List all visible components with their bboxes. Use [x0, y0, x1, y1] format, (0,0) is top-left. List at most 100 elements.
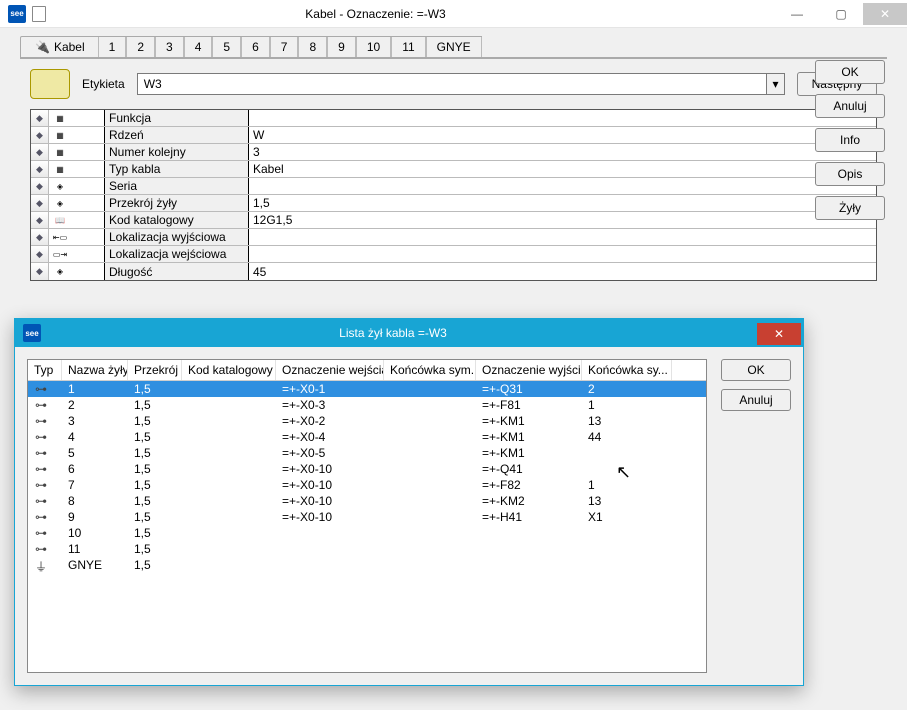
prop-value[interactable]: 3 [249, 144, 876, 160]
wire-row[interactable]: ⊶71,5=+-X0-10=+-F821 [28, 477, 706, 493]
cell [582, 461, 672, 477]
column-header[interactable]: Kod katalogowy [182, 360, 276, 380]
tab-GNYE[interactable]: GNYE [426, 37, 482, 57]
cell [182, 493, 276, 509]
cell [384, 525, 476, 541]
cell: ⊶ [28, 493, 62, 509]
etykieta-dropdown-icon[interactable]: ▾ [766, 74, 784, 94]
column-header[interactable]: Typ [28, 360, 62, 380]
prop-value[interactable]: Kabel [249, 161, 876, 177]
prop-row-kod-katalogowy[interactable]: ◆📖Kod katalogowy12G1,5 [31, 212, 876, 229]
anuluj-button[interactable]: Anuluj [815, 94, 885, 118]
prop-value[interactable]: 12G1,5 [249, 212, 876, 228]
prop-row-funkcja[interactable]: ◆▦Funkcja [31, 110, 876, 127]
cell: 1,5 [128, 493, 182, 509]
cell [582, 445, 672, 461]
tab-1[interactable]: 1 [98, 37, 127, 57]
tab-8[interactable]: 8 [298, 37, 327, 57]
prop-value[interactable]: 1,5 [249, 195, 876, 211]
side-buttons: OK Anuluj Info Opis Żyły [815, 60, 885, 220]
row-handle-icon: ◆ [31, 263, 49, 280]
wire-type-icon: ⏚ [34, 558, 48, 575]
inner-window: see Lista żył kabla =-W3 ✕ TypNazwa żyły… [14, 318, 804, 686]
opis-button[interactable]: Opis [815, 162, 885, 186]
wire-row[interactable]: ⊶101,5 [28, 525, 706, 541]
cell: ⊶ [28, 445, 62, 461]
cell [182, 461, 276, 477]
inner-close-button[interactable]: ✕ [757, 323, 801, 345]
cell [384, 461, 476, 477]
maximize-button[interactable]: ▢ [819, 3, 863, 25]
wire-type-icon: ⊶ [34, 494, 48, 508]
prop-label: Rdzeń [105, 127, 249, 143]
wire-row[interactable]: ⊶61,5=+-X0-10=+-Q41 [28, 461, 706, 477]
column-header[interactable]: Oznaczenie wejścia [276, 360, 384, 380]
wire-row[interactable]: ⊶91,5=+-X0-10=+-H41X1 [28, 509, 706, 525]
wire-type-icon: ⊶ [34, 398, 48, 412]
prop-row-typ-kabla[interactable]: ◆▦Typ kablaKabel [31, 161, 876, 178]
close-button[interactable]: ✕ [863, 3, 907, 25]
ok-button[interactable]: OK [815, 60, 885, 84]
row-handle-icon: ◆ [31, 161, 49, 177]
wire-type-icon: ⊶ [34, 510, 48, 524]
cell [182, 397, 276, 413]
prop-value[interactable] [249, 178, 876, 194]
column-header[interactable]: Nazwa żyły [62, 360, 128, 380]
prop-row-d-ugo-[interactable]: ◆◈Długość45 [31, 263, 876, 280]
zyly-button[interactable]: Żyły [815, 196, 885, 220]
wire-row[interactable]: ⊶81,5=+-X0-10=+-KM213 [28, 493, 706, 509]
cell: 13 [582, 413, 672, 429]
cell: ⊶ [28, 541, 62, 557]
wire-row[interactable]: ⏚GNYE1,5 [28, 557, 706, 576]
prop-value[interactable]: W [249, 127, 876, 143]
prop-value[interactable] [249, 229, 876, 245]
wire-row[interactable]: ⊶11,5=+-X0-1=+-Q312 [28, 381, 706, 397]
inner-anuluj-button[interactable]: Anuluj [721, 389, 791, 411]
wire-row[interactable]: ⊶51,5=+-X0-5=+-KM1 [28, 445, 706, 461]
tab-5[interactable]: 5 [212, 37, 241, 57]
tab-11[interactable]: 11 [391, 37, 425, 57]
prop-value[interactable]: 45 [249, 263, 876, 280]
column-header[interactable]: Końcówka sy... [582, 360, 672, 380]
column-header[interactable]: Końcówka sym... [384, 360, 476, 380]
outer-titlebar: see Kabel - Oznaczenie: =-W3 — ▢ ✕ [0, 0, 907, 28]
column-header[interactable]: Oznaczenie wyjścia [476, 360, 582, 380]
tab-4[interactable]: 4 [184, 37, 213, 57]
tab-9[interactable]: 9 [327, 37, 356, 57]
prop-row-przekr-j-y-y[interactable]: ◆◈Przekrój żyły1,5 [31, 195, 876, 212]
minimize-button[interactable]: — [775, 3, 819, 25]
prop-value[interactable] [249, 246, 876, 262]
tab-kabel[interactable]: 🔌 Kabel [20, 36, 100, 57]
cell [276, 525, 384, 541]
prop-row-rdze-[interactable]: ◆▦RdzeńW [31, 127, 876, 144]
etykieta-input[interactable]: W3 ▾ [137, 73, 785, 95]
cell [384, 557, 476, 576]
tab-6[interactable]: 6 [241, 37, 270, 57]
prop-label: Przekrój żyły [105, 195, 249, 211]
prop-row-lokalizacja-wyj-ciowa[interactable]: ◆⇤▭Lokalizacja wyjściowa [31, 229, 876, 246]
cell: 1,5 [128, 429, 182, 445]
tab-3[interactable]: 3 [155, 37, 184, 57]
wire-row[interactable]: ⊶31,5=+-X0-2=+-KM113 [28, 413, 706, 429]
tab-2[interactable]: 2 [126, 37, 155, 57]
prop-icon-chip: ▦ [49, 161, 105, 177]
prop-value[interactable] [249, 110, 876, 126]
info-button[interactable]: Info [815, 128, 885, 152]
prop-row-seria[interactable]: ◆◈Seria [31, 178, 876, 195]
prop-row-lokalizacja-wej-ciowa[interactable]: ◆▭⇥Lokalizacja wejściowa [31, 246, 876, 263]
wire-row[interactable]: ⊶111,5 [28, 541, 706, 557]
prop-row-numer-kolejny[interactable]: ◆▦Numer kolejny3 [31, 144, 876, 161]
wire-list[interactable]: TypNazwa żyłyPrzekrójKod katalogowyOznac… [27, 359, 707, 673]
wire-list-header: TypNazwa żyłyPrzekrójKod katalogowyOznac… [28, 360, 706, 381]
cell: =+-X0-2 [276, 413, 384, 429]
tab-10[interactable]: 10 [356, 37, 391, 57]
column-header[interactable]: Przekrój [128, 360, 182, 380]
cell: 1,5 [128, 397, 182, 413]
cell: 7 [62, 477, 128, 493]
cell: =+-X0-10 [276, 461, 384, 477]
tab-7[interactable]: 7 [270, 37, 299, 57]
cell [384, 429, 476, 445]
inner-ok-button[interactable]: OK [721, 359, 791, 381]
wire-row[interactable]: ⊶21,5=+-X0-3=+-F811 [28, 397, 706, 413]
wire-row[interactable]: ⊶41,5=+-X0-4=+-KM144 [28, 429, 706, 445]
